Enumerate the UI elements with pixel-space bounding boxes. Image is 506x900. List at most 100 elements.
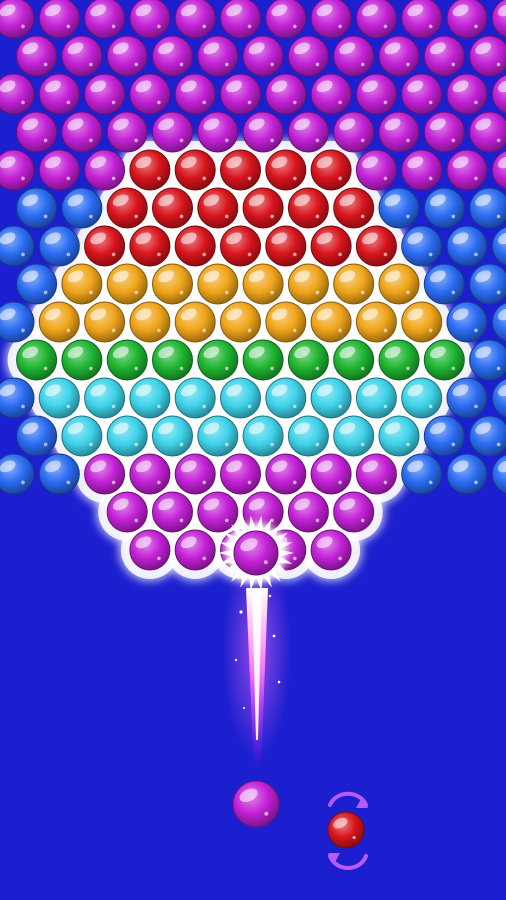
bubble-magenta [174,73,216,115]
bubble-blue [38,225,80,267]
next-bubble[interactable] [327,811,365,849]
bubble-magenta [129,73,171,115]
bubble-magenta [355,0,397,39]
bubble-magenta [310,0,352,39]
bubble-red [265,149,307,191]
bubble-red [129,225,171,267]
bubble-red [174,149,216,191]
bubble-magenta [197,111,239,153]
bubble-red [106,187,148,229]
shooter-current-bubble[interactable] [232,780,280,828]
bubble-magenta [355,453,397,495]
bubble-cyan [265,377,307,419]
bubble-yellow [220,301,261,343]
bubble-red [287,187,329,229]
bubble-magenta [152,491,193,533]
bubble-magenta [265,0,307,39]
bubble-yellow [355,301,397,343]
bubble-magenta [152,111,193,153]
bubble-cyan [61,415,103,457]
bubble-magenta [287,111,329,153]
bubble-red [220,225,261,267]
bubble-magenta [242,111,284,153]
bubble-yellow [174,301,216,343]
bubble-blue [423,415,465,457]
bubble-magenta [446,73,488,115]
bubble-magenta [174,529,216,571]
bubble-magenta [129,529,171,571]
bubble-magenta [152,35,193,77]
bubble-green [333,339,375,381]
bubble-magenta [38,73,80,115]
bubble-blue [0,301,35,343]
bubble-blue [446,225,488,267]
bubble-cyan [84,377,126,419]
bubble-magenta [174,453,216,495]
bubble-yellow [378,263,420,305]
bubble-magenta [378,35,420,77]
bubble-cyan [38,377,80,419]
bubble-magenta [84,149,126,191]
bubble-magenta [129,453,171,495]
bubble-magenta [106,491,148,533]
bubble-yellow [197,263,239,305]
bubble-magenta [197,35,239,77]
bubble-red [152,187,193,229]
bubble-magenta [197,491,239,533]
bubble-blue [401,453,443,495]
bubble-blue [423,263,465,305]
bubble-yellow [287,263,329,305]
bubble-blue [469,415,506,457]
bubble-blue [0,453,35,495]
bubble-blue [446,301,488,343]
bubble-red [84,225,126,267]
bubble-yellow [106,263,148,305]
bubble-magenta [16,111,58,153]
bubble-magenta [378,111,420,153]
bubble-blue [469,339,506,381]
bubble-green [423,339,465,381]
bubble-cyan [242,415,284,457]
bubble-cyan [310,377,352,419]
bubble-blue [469,187,506,229]
bubble-magenta [401,149,443,191]
bubble-cyan [152,415,193,457]
bubble-cyan [355,377,397,419]
bubble-red [265,225,307,267]
bubble-yellow [310,301,352,343]
bubble-magenta [401,73,443,115]
bubble-blue [446,377,488,419]
bubble-magenta [0,149,35,191]
bubble-magenta [469,35,506,77]
bubble-magenta [16,35,58,77]
bubble-cyan [333,415,375,457]
bubble-grid [0,0,506,571]
game-board[interactable] [0,0,506,900]
bubble-magenta [61,35,103,77]
bubble-yellow [401,301,443,343]
bubble-yellow [333,263,375,305]
bubble-cyan [106,415,148,457]
bubble-magenta [106,111,148,153]
bubble-magenta [220,0,261,39]
bubble-yellow [152,263,193,305]
bubble-magenta [310,529,352,571]
bubble-yellow [38,301,80,343]
projectile-bubble [233,530,279,576]
bubble-red [129,149,171,191]
bubble-magenta [0,73,35,115]
bubble-green [242,339,284,381]
bubble-cyan [378,415,420,457]
bubble-magenta [242,35,284,77]
bubble-magenta [469,111,506,153]
bubble-magenta [310,453,352,495]
bubble-magenta [423,35,465,77]
bubble-magenta [38,0,80,39]
bubble-magenta [333,491,375,533]
game-stage[interactable] [0,0,506,900]
bubble-magenta [401,0,443,39]
bubble-magenta [355,149,397,191]
bubble-cyan [197,415,239,457]
bubble-magenta [333,111,375,153]
bubble-green [152,339,193,381]
